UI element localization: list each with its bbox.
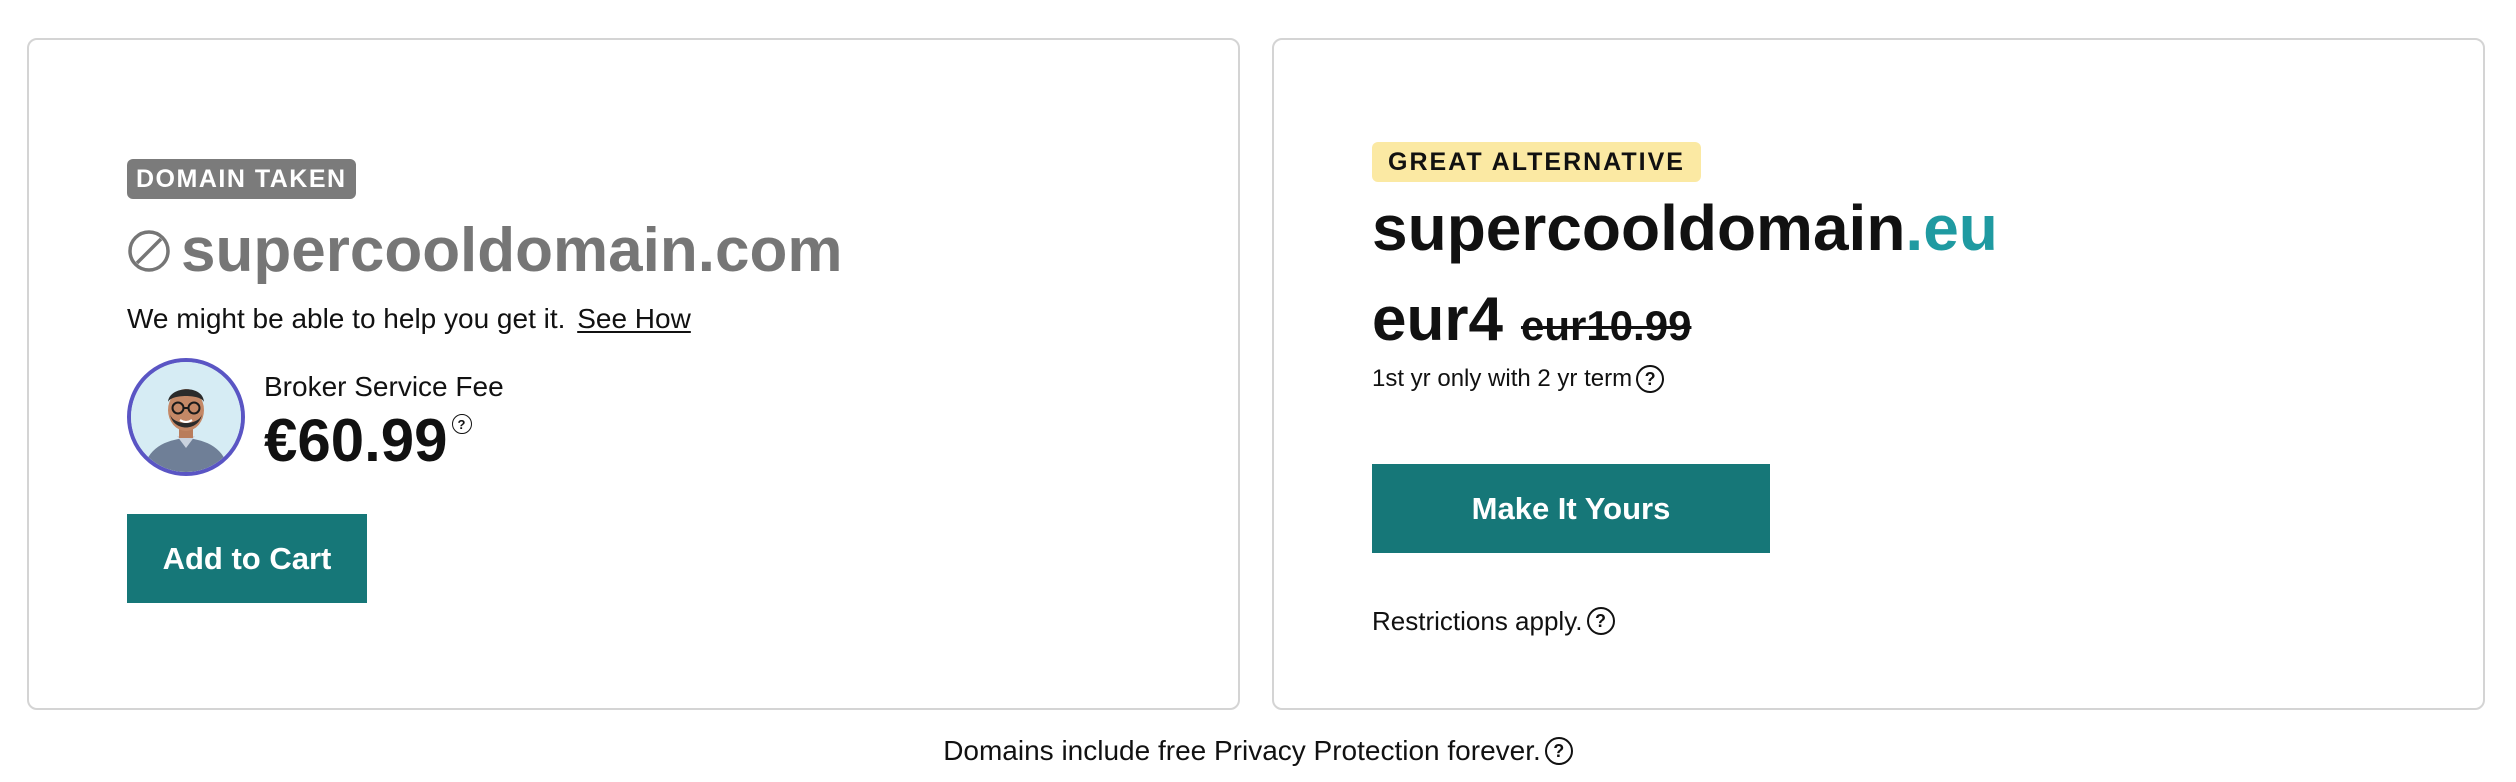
alternative-term-row: 1st yr only with 2 yr term ? (1372, 364, 1665, 394)
question-circle-icon[interactable]: ? (451, 414, 472, 434)
domain-taken-badge: DOMAIN TAKEN (127, 159, 356, 199)
taken-domain-name: supercooldomain.com (181, 216, 843, 285)
privacy-protection-text: Domains include free Privacy Protection … (943, 735, 1541, 766)
broker-avatar-image (131, 362, 241, 472)
make-it-yours-button[interactable]: Make It Yours (1372, 464, 1770, 553)
question-circle-icon[interactable]: ? (1636, 365, 1665, 393)
alternative-term-text: 1st yr only with 2 yr term (1372, 365, 1633, 392)
restrictions-text: Restrictions apply. (1372, 606, 1583, 636)
broker-fee-price-row: €60.99 ? (264, 408, 472, 474)
see-how-link[interactable]: See How (577, 303, 691, 334)
broker-fee-price: €60.99 (264, 407, 448, 474)
great-alternative-badge: GREAT ALTERNATIVE (1372, 142, 1701, 182)
broker-fee-label: Broker Service Fee (264, 371, 504, 402)
question-circle-icon[interactable]: ? (1544, 737, 1573, 765)
alternative-domain-card: GREAT ALTERNATIVE supercooldomain.eu eur… (1272, 38, 2485, 710)
alternative-price-row: eur4 eur10.99 (1372, 284, 1691, 356)
broker-avatar (127, 358, 245, 476)
alternative-domain-name: supercooldomain.eu (1372, 190, 1998, 266)
taken-domain-row: supercooldomain.com (127, 215, 842, 287)
broker-help-text: We might be able to help you get it. (127, 303, 566, 334)
restrictions-row: Restrictions apply. ? (1372, 605, 1615, 637)
alternative-domain-tld: .eu (1905, 192, 1998, 264)
alternative-price-old: eur10.99 (1520, 302, 1692, 349)
alternative-price-new: eur4 (1372, 285, 1503, 354)
broker-help-line: We might be able to help you get it. See… (127, 302, 691, 336)
domain-taken-card: DOMAIN TAKEN supercooldomain.com We migh… (27, 38, 1240, 710)
question-circle-icon[interactable]: ? (1586, 607, 1615, 635)
privacy-protection-note: Domains include free Privacy Protection … (0, 734, 2516, 768)
alternative-domain-sld: supercooldomain (1372, 192, 1906, 264)
ban-icon (128, 230, 170, 272)
add-to-cart-button[interactable]: Add to Cart (127, 514, 367, 603)
